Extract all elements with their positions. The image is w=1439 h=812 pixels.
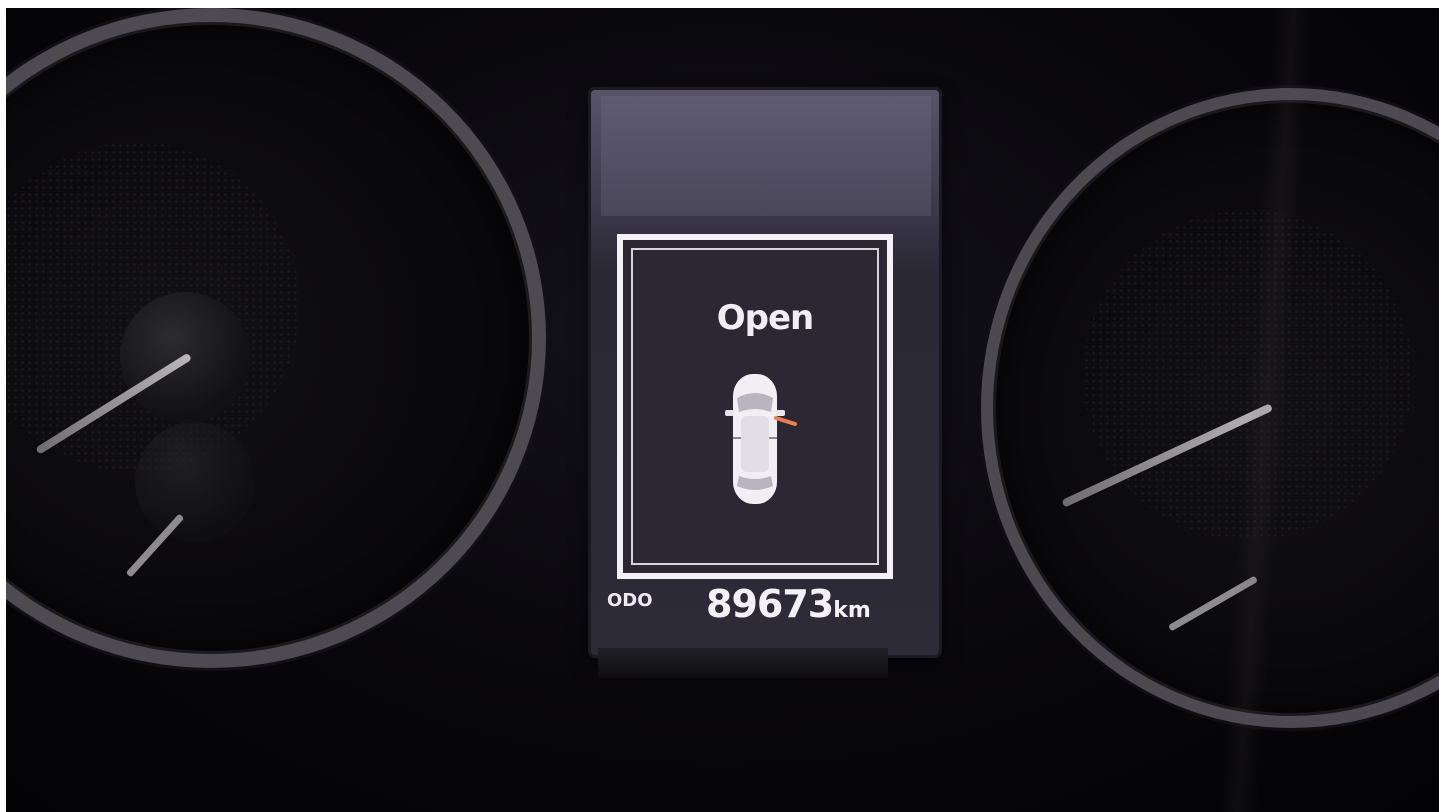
door-status-text: Open	[716, 298, 815, 338]
open-door-icon	[774, 416, 797, 426]
odometer-value: 89673	[706, 582, 834, 626]
left-gauge	[6, 8, 546, 668]
display-top-area	[601, 96, 931, 216]
instrument-cluster-photo: Open ODO 89673km	[6, 8, 1439, 812]
multi-info-display: Open ODO 89673km	[591, 90, 939, 655]
right-gauge	[981, 88, 1439, 728]
car-top-view-icon	[725, 374, 797, 504]
odometer-label: ODO	[607, 590, 653, 611]
odometer-readout: 89673km	[706, 582, 871, 626]
odometer-unit: km	[833, 598, 871, 623]
display-base	[598, 648, 888, 678]
left-gauge-sub-hub	[135, 422, 255, 542]
